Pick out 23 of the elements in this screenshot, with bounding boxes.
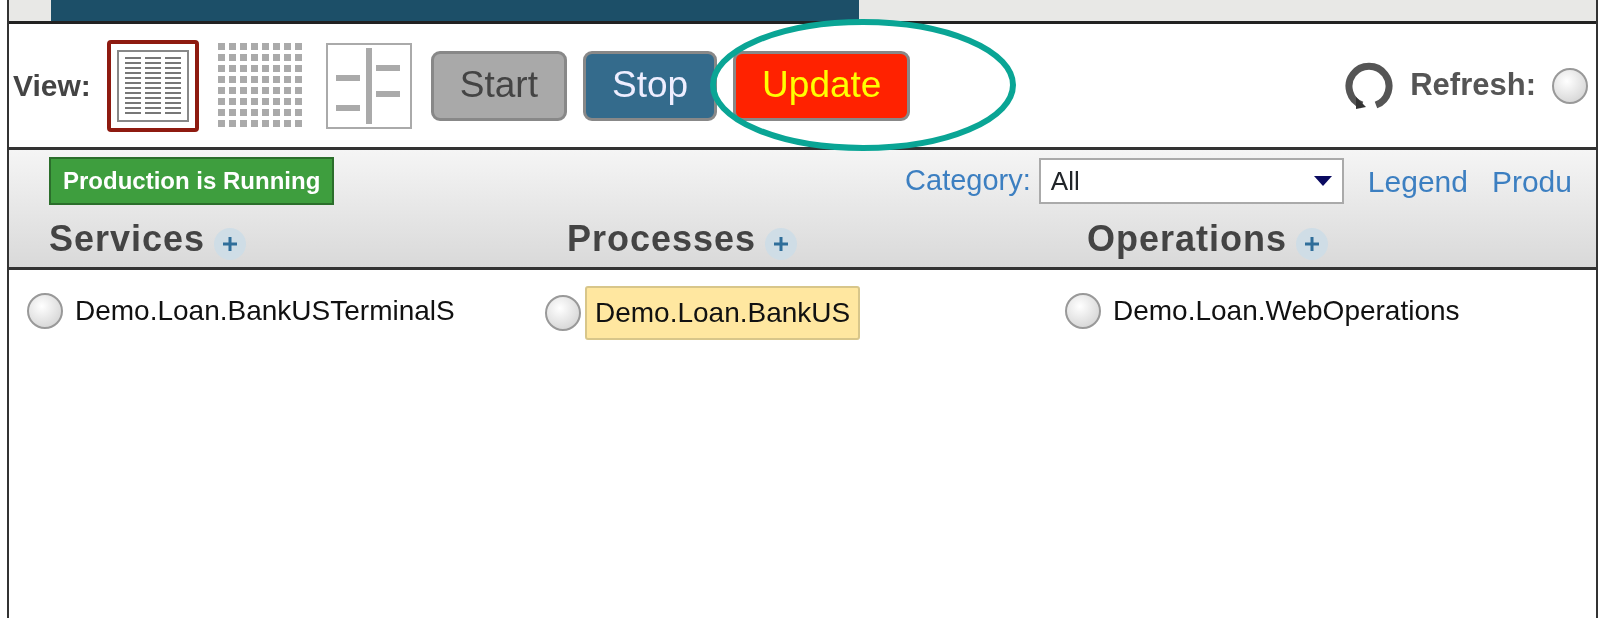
- header-link[interactable]: Produ: [1491, 158, 1572, 204]
- tree-item[interactable]: Demo.Loan.BankUS: [585, 286, 861, 340]
- stop-button[interactable]: Stop: [582, 50, 718, 121]
- tree-item[interactable]: Demo.Loan.WebOperations: [1105, 286, 1468, 336]
- start-button[interactable]: Start: [430, 50, 567, 121]
- status-indicator: [1065, 293, 1101, 329]
- category-select[interactable]: All: [1038, 158, 1344, 204]
- refresh-label: Refresh:: [1410, 66, 1536, 105]
- column-heading: Processes: [567, 217, 757, 261]
- status-badge: Production is Running: [49, 157, 335, 205]
- column-heading: Services: [49, 217, 206, 261]
- refresh-icon[interactable]: [1344, 60, 1395, 111]
- status-indicator: [27, 293, 63, 329]
- tree-item[interactable]: Demo.Loan.BankUSTerminalS: [67, 286, 463, 336]
- caret-icon: [1313, 176, 1332, 186]
- update-button[interactable]: Update: [733, 50, 911, 121]
- column-heading: Operations: [1087, 217, 1288, 261]
- refresh-radio[interactable]: [1552, 67, 1588, 104]
- view-label: View:: [13, 68, 91, 104]
- category-label: Category:: [905, 163, 1031, 199]
- status-indicator: [545, 295, 581, 331]
- list-view-icon[interactable]: [106, 39, 199, 132]
- header-link[interactable]: Legend: [1367, 158, 1468, 204]
